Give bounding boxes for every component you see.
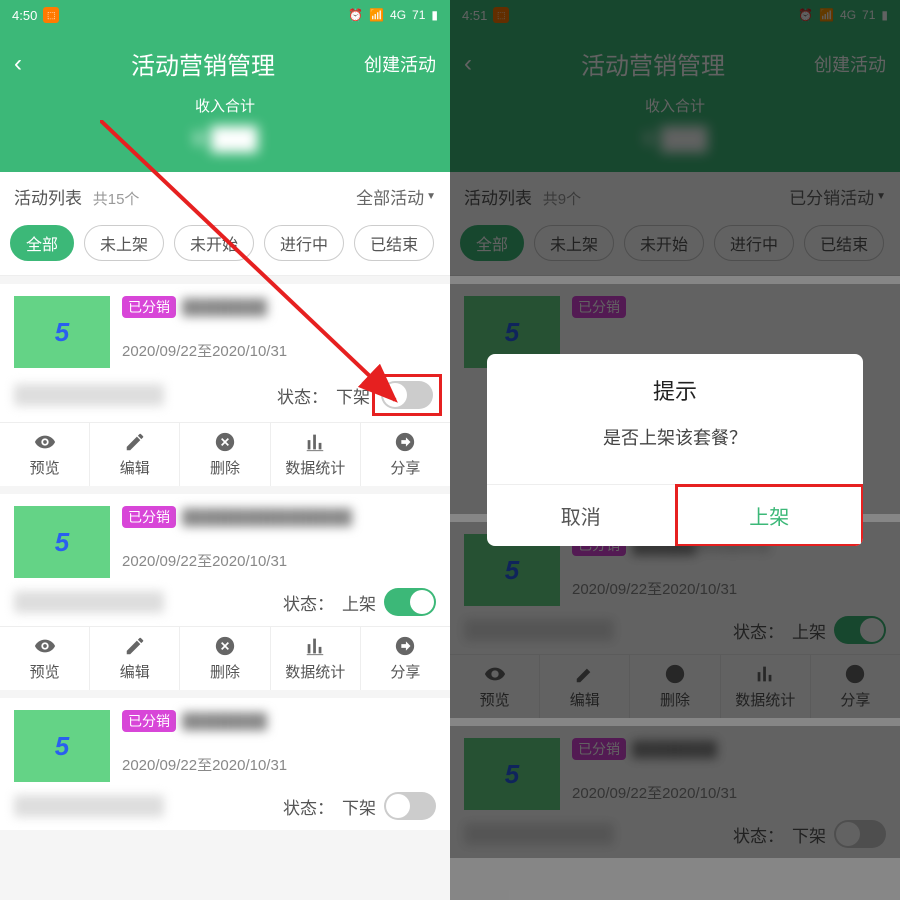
- pill-ended[interactable]: 已结束: [354, 225, 434, 261]
- pill-ongoing[interactable]: 进行中: [264, 225, 344, 261]
- back-button[interactable]: ‹: [14, 50, 42, 78]
- activity-card: 5 已分销████████ 2020/09/22至2020/10/31 状态： …: [0, 698, 450, 830]
- action-row: 预览 编辑 删除 数据统计 分享: [0, 626, 450, 690]
- activity-title: ████████: [182, 299, 436, 316]
- state-value: 下架: [336, 383, 370, 408]
- battery: 71: [412, 8, 425, 22]
- income-label: 收入合计: [0, 95, 450, 116]
- eye-icon: [34, 431, 56, 453]
- eye-icon: [34, 635, 56, 657]
- sales-info: [14, 384, 164, 406]
- time: 4:50: [12, 8, 37, 23]
- network: 4G: [390, 8, 406, 22]
- thumbnail[interactable]: 5: [14, 710, 110, 782]
- sales-info: [14, 591, 164, 613]
- delete-button[interactable]: 删除: [180, 627, 270, 690]
- x-circle-icon: [214, 635, 236, 657]
- screen-right: 4:51 ⬚ ⏰ 📶 4G 71 ▮ ‹ 活动营销管理 创建活动 收入合计 ¥ …: [450, 0, 900, 900]
- dialog-title: 提示: [487, 354, 863, 418]
- share-icon: [394, 431, 416, 453]
- filter-dropdown[interactable]: 全部活动▼: [356, 184, 436, 209]
- pill-all[interactable]: 全部: [10, 225, 74, 261]
- pill-notstarted[interactable]: 未开始: [174, 225, 254, 261]
- preview-button[interactable]: 预览: [0, 423, 90, 486]
- dist-tag: 已分销: [122, 506, 176, 528]
- state-label: 状态：: [283, 794, 334, 819]
- share-icon: [394, 635, 416, 657]
- dist-tag: 已分销: [122, 296, 176, 318]
- page-title: 活动营销管理: [131, 46, 275, 81]
- preview-button[interactable]: 预览: [0, 627, 90, 690]
- state-value: 下架: [342, 794, 376, 819]
- activity-title: ████████████████: [182, 509, 436, 526]
- state-label: 状态：: [283, 590, 334, 615]
- income-summary: 收入合计 ¥ ███: [0, 89, 450, 172]
- activity-card: 5 已分销████████ 2020/09/22至2020/10/31 状态： …: [0, 284, 450, 486]
- thumbnail[interactable]: 5: [14, 296, 110, 368]
- filter-pills: 全部 未上架 未开始 进行中 已结束: [0, 221, 450, 276]
- battery-icon: ▮: [431, 8, 438, 22]
- share-button[interactable]: 分享: [361, 423, 450, 486]
- stats-button[interactable]: 数据统计: [271, 423, 361, 486]
- pencil-icon: [124, 431, 146, 453]
- pill-unlisted[interactable]: 未上架: [84, 225, 164, 261]
- income-amount: ¥ ███: [0, 126, 450, 152]
- cancel-button[interactable]: 取消: [487, 485, 676, 546]
- bar-chart-icon: [304, 431, 326, 453]
- header: 4:50 ⬚ ⏰ 📶 4G 71 ▮ ‹ 活动营销管理 创建活动 收入合计 ¥ …: [0, 0, 450, 172]
- status-toggle[interactable]: [384, 588, 436, 616]
- state-value: 上架: [342, 590, 376, 615]
- pencil-icon: [124, 635, 146, 657]
- thumbnail[interactable]: 5: [14, 506, 110, 578]
- edit-button[interactable]: 编辑: [90, 627, 180, 690]
- bar-chart-icon: [304, 635, 326, 657]
- activity-card: 5 已分销 ████████████████ 2020/09/22至2020/10…: [0, 494, 450, 690]
- list-label: 活动列表: [14, 189, 82, 208]
- alarm-icon: ⏰: [348, 8, 363, 22]
- delete-button[interactable]: 删除: [180, 423, 270, 486]
- confirm-button[interactable]: 上架: [676, 485, 864, 546]
- sales-info: [14, 795, 164, 817]
- list-header: 活动列表 共15个 全部活动▼: [0, 172, 450, 221]
- stats-button[interactable]: 数据统计: [271, 627, 361, 690]
- state-label: 状态：: [277, 383, 328, 408]
- notif-icon: ⬚: [43, 7, 59, 23]
- modal-overlay[interactable]: 提示 是否上架该套餐？ 取消 上架: [450, 0, 900, 900]
- status-toggle[interactable]: [384, 792, 436, 820]
- date-range: 2020/09/22至2020/10/31: [122, 340, 436, 361]
- screen-left: 4:50 ⬚ ⏰ 📶 4G 71 ▮ ‹ 活动营销管理 创建活动 收入合计 ¥ …: [0, 0, 450, 900]
- chevron-down-icon: ▼: [426, 191, 436, 202]
- x-circle-icon: [214, 431, 236, 453]
- dialog-message: 是否上架该套餐？: [487, 418, 863, 484]
- date-range: 2020/09/22至2020/10/31: [122, 550, 436, 571]
- list-count: 共15个: [93, 191, 140, 208]
- status-toggle[interactable]: [381, 381, 433, 409]
- create-button[interactable]: 创建活动: [364, 51, 436, 77]
- statusbar: 4:50 ⬚ ⏰ 📶 4G 71 ▮: [0, 0, 450, 30]
- date-range: 2020/09/22至2020/10/31: [122, 754, 436, 775]
- edit-button[interactable]: 编辑: [90, 423, 180, 486]
- share-button[interactable]: 分享: [361, 627, 450, 690]
- activity-title: ████████: [182, 713, 436, 730]
- wifi-icon: 📶: [369, 8, 384, 22]
- confirm-dialog: 提示 是否上架该套餐？ 取消 上架: [487, 354, 863, 546]
- dist-tag: 已分销: [122, 710, 176, 732]
- action-row: 预览 编辑 删除 数据统计 分享: [0, 422, 450, 486]
